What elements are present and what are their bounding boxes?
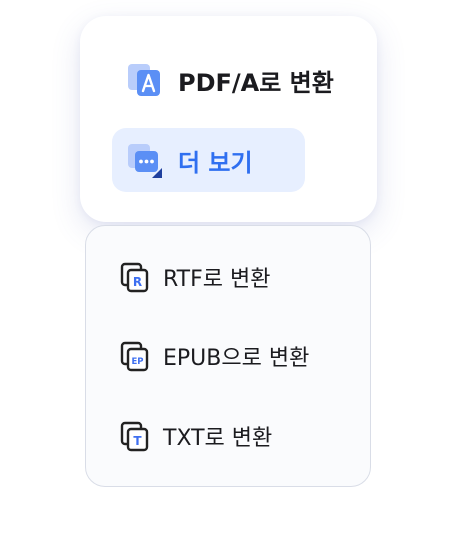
convert-to-pdfa-label: PDF/A로 변환 <box>178 68 334 97</box>
pdfa-convert-icon <box>128 64 160 96</box>
convert-to-pdfa-item[interactable]: PDF/A로 변환 <box>112 48 352 112</box>
more-formats-submenu: R RTF로 변환 EP EPUB으로 변환 T TXT로 변환 <box>85 225 371 487</box>
convert-to-txt-label: TXT로 변환 <box>163 426 273 451</box>
more-options-item[interactable]: 더 보기 <box>112 128 305 192</box>
epub-icon: EP <box>120 341 149 372</box>
convert-menu: PDF/A로 변환 더 보기 <box>80 16 377 222</box>
convert-to-epub-label: EPUB으로 변환 <box>163 346 310 371</box>
more-options-label: 더 보기 <box>178 148 253 177</box>
convert-to-rtf-label: RTF로 변환 <box>163 267 271 292</box>
txt-icon: T <box>120 421 149 452</box>
convert-to-rtf-item[interactable]: R RTF로 변환 <box>119 257 271 297</box>
convert-to-txt-item[interactable]: T TXT로 변환 <box>119 416 272 456</box>
svg-text:EP: EP <box>131 357 143 367</box>
convert-to-epub-item[interactable]: EP EPUB으로 변환 <box>119 336 309 376</box>
rtf-icon: R <box>120 262 149 293</box>
svg-text:R: R <box>133 275 142 289</box>
more-formats-icon <box>128 144 162 178</box>
svg-text:T: T <box>133 434 142 448</box>
